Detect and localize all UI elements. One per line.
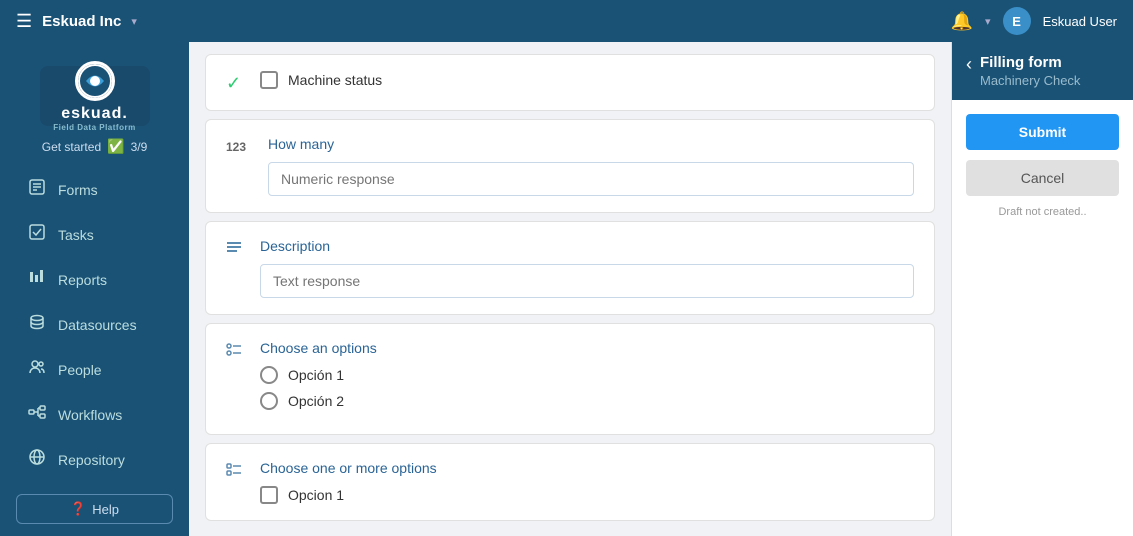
tasks-icon [26,223,48,246]
sidebar-logo: eskuad. Field Data Platform [0,50,189,134]
brand-chevron-icon[interactable]: ▾ [131,15,137,28]
numeric-input[interactable] [268,162,914,196]
panel-header: ‹ Filling form Machinery Check [952,42,1133,100]
radio-option-2: Opción 2 [260,392,914,410]
logo: eskuad. Field Data Platform [40,66,150,126]
sidebar-item-datasources[interactable]: Datasources [6,303,183,346]
get-started: Get started ✅ 3/9 [0,134,189,167]
repository-icon [26,448,48,471]
avatar[interactable]: E [1003,7,1031,35]
multi-checkbox-1[interactable] [260,486,278,504]
menu-icon[interactable]: ☰ [16,11,32,32]
panel-title: Filling form [980,54,1080,71]
sidebar-repository-label: Repository [58,452,125,468]
how-many-content: How many [268,136,914,196]
topbar: ☰ Eskuad Inc ▾ 🔔 ▾ E Eskuad User [0,0,1133,42]
sidebar-forms-label: Forms [58,182,98,198]
form-section-how-many: 123 How many [205,119,935,213]
opcion2-label: Opción 2 [288,393,344,409]
panel-subtitle: Machinery Check [980,73,1080,88]
machine-status-item: Machine status [260,71,914,89]
sidebar-item-people[interactable]: People [6,348,183,391]
radio-opcion1[interactable] [260,366,278,384]
sidebar-item-tasks[interactable]: Tasks [6,213,183,256]
form-section-choose-more: Choose one or more options Opcion 1 [205,443,935,521]
user-chevron-icon[interactable]: ▾ [985,15,991,28]
machine-status-label: Machine status [288,72,382,88]
logo-text: eskuad. [61,105,128,123]
people-icon [26,358,48,381]
sidebar-reports-label: Reports [58,272,107,288]
progress-label: 3/9 [131,140,148,154]
forms-icon [26,178,48,201]
sidebar-item-workflows[interactable]: Workflows [6,393,183,436]
machine-status-checkbox[interactable] [260,71,278,89]
layout: eskuad. Field Data Platform Get started … [0,42,1133,536]
sidebar-people-label: People [58,362,102,378]
form-section-machine-status: ✓ Machine status [205,54,935,111]
description-content: Description [260,238,914,298]
machine-status-content: Machine status [260,71,914,89]
choose-more-content: Choose one or more options Opcion 1 [260,460,914,504]
how-many-label: How many [268,136,914,152]
form-section-description: Description [205,221,935,315]
sidebar-tasks-label: Tasks [58,227,94,243]
reports-icon [26,268,48,291]
multi-opcion1-label: Opcion 1 [288,487,344,503]
text-input[interactable] [260,264,914,298]
check-circle-icon: ✅ [107,138,124,155]
sidebar-item-repository[interactable]: Repository [6,438,183,481]
topbar-left: ☰ Eskuad Inc ▾ [16,11,137,32]
brand-name: Eskuad Inc [42,13,121,30]
logo-circle [75,61,115,101]
right-panel: ‹ Filling form Machinery Check Submit Ca… [951,42,1133,536]
sidebar-item-reports[interactable]: Reports [6,258,183,301]
opcion1-label: Opción 1 [288,367,344,383]
workflows-icon [26,403,48,426]
check-icon: ✓ [226,73,246,94]
choose-options-content: Choose an options Opción 1 Opción 2 [260,340,914,418]
form-section-choose-options: Choose an options Opción 1 Opción 2 [205,323,935,435]
choose-more-label: Choose one or more options [260,460,914,476]
radio-opcion2[interactable] [260,392,278,410]
sidebar-item-forms[interactable]: Forms [6,168,183,211]
notification-icon[interactable]: 🔔 [951,11,973,32]
logo-subtext: Field Data Platform [53,123,135,132]
main-content: ✓ Machine status 123 How many Descriptio [189,42,951,536]
description-label: Description [260,238,914,254]
radio-list-icon [226,342,246,363]
lines-icon [226,240,246,261]
sidebar-workflows-label: Workflows [58,407,122,423]
numeric-icon: 123 [226,140,254,154]
topbar-right: 🔔 ▾ E Eskuad User [951,7,1117,35]
submit-button[interactable]: Submit [966,114,1119,150]
cancel-button[interactable]: Cancel [966,160,1119,196]
choose-options-label: Choose an options [260,340,914,356]
panel-title-area: Filling form Machinery Check [980,54,1080,88]
radio-option-1: Opción 1 [260,366,914,384]
sidebar-datasources-label: Datasources [58,317,137,333]
help-label: Help [92,502,119,517]
panel-back-button[interactable]: ‹ [966,54,972,75]
draft-text: Draft not created.. [966,206,1119,218]
username-label: Eskuad User [1043,14,1117,29]
sidebar-bottom: ❓ Help [0,482,189,536]
checkbox-opcion1: Opcion 1 [260,486,914,504]
panel-body: Submit Cancel Draft not created.. [952,100,1133,232]
datasources-icon [26,313,48,336]
sidebar: eskuad. Field Data Platform Get started … [0,42,189,536]
checkbox-list-icon [226,462,246,483]
help-icon: ❓ [70,501,86,517]
get-started-label: Get started [42,140,101,154]
help-button[interactable]: ❓ Help [16,494,173,524]
